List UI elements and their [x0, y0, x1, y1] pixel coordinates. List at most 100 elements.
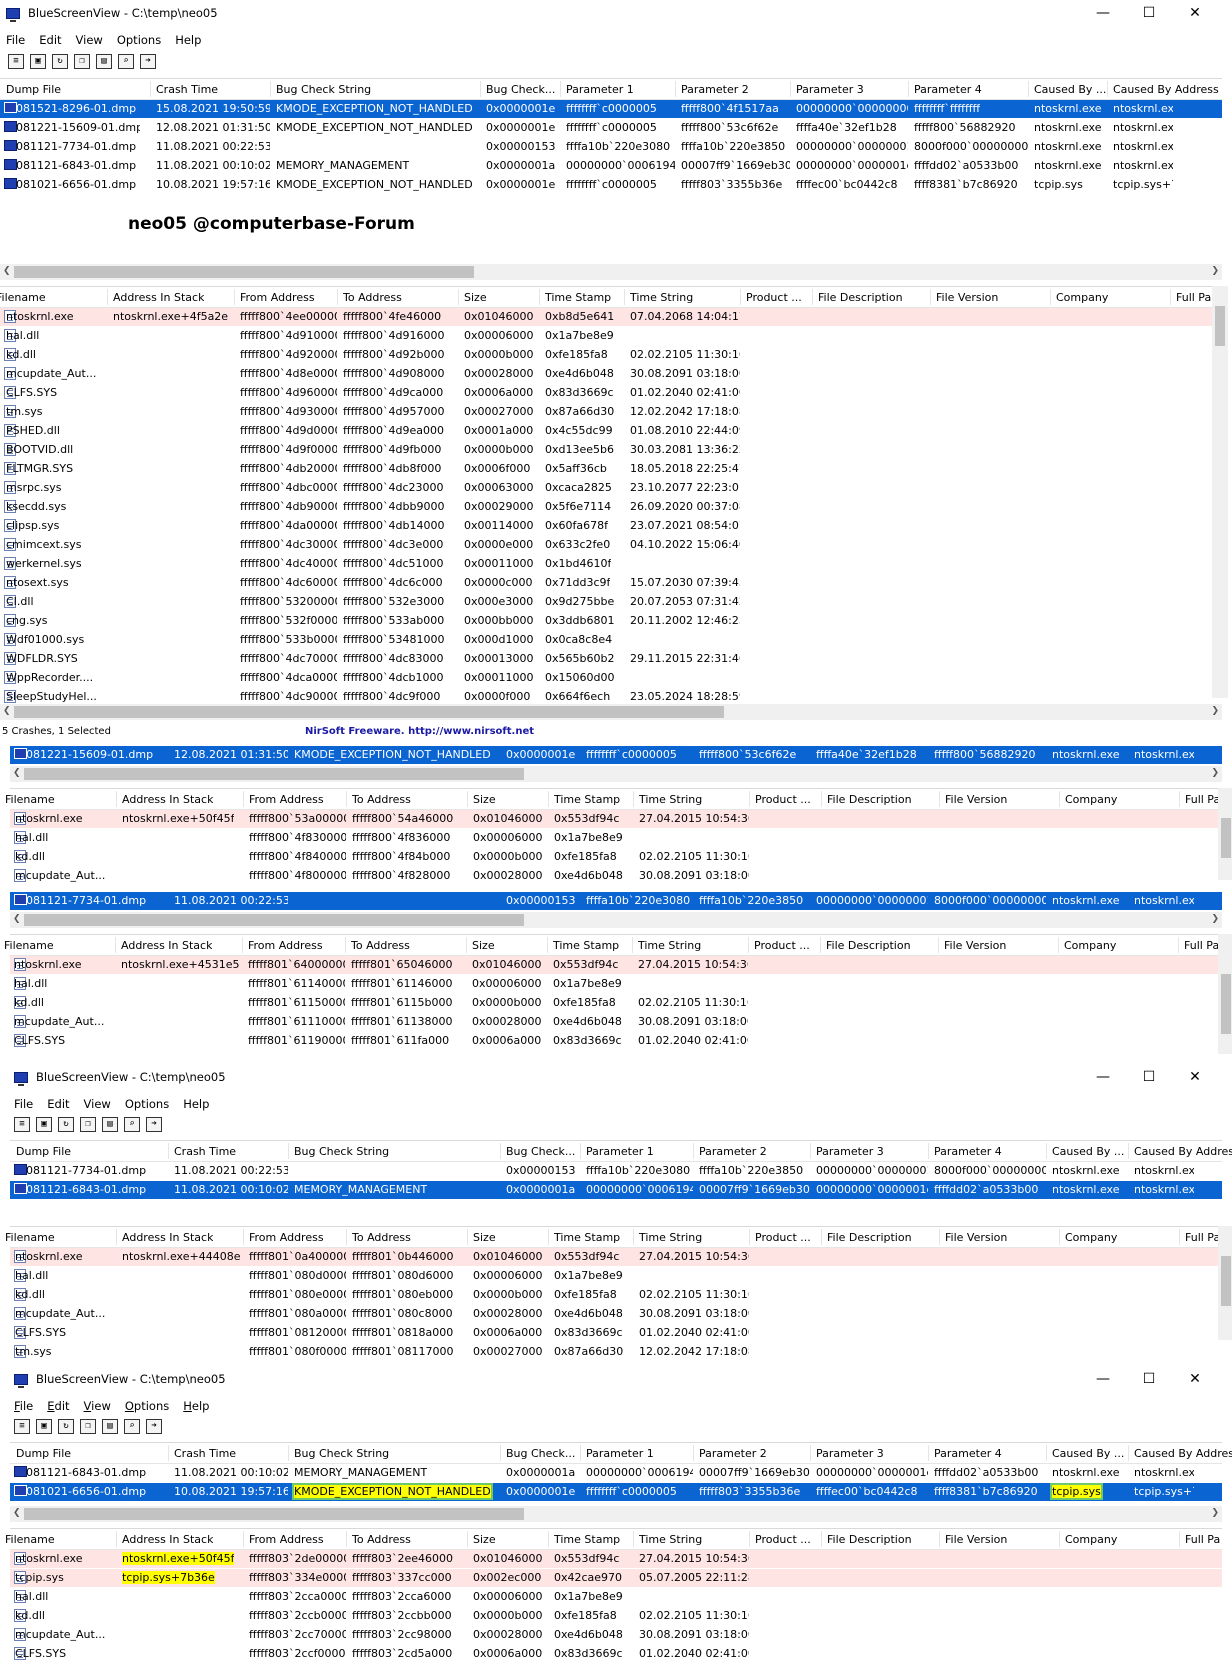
- driver-row[interactable]: clipsp.sys fffff800`4da00000 fffff800`4db1…: [0, 517, 1212, 535]
- column-divider[interactable]: [810, 1143, 811, 1159]
- maximize-button[interactable]: ☐: [1126, 1069, 1172, 1085]
- column-divider[interactable]: [1059, 1531, 1060, 1547]
- scroll-left-arrow[interactable]: ❮: [13, 768, 21, 778]
- column-divider[interactable]: [270, 81, 271, 97]
- driver-row[interactable]: PSHED.dll fffff800`4d9d0000 fffff800`4d9ea…: [0, 422, 1212, 440]
- menu-view[interactable]: View: [84, 1097, 111, 1111]
- column-divider[interactable]: [345, 937, 346, 953]
- html-report-icon[interactable]: ▤: [102, 1418, 118, 1434]
- column-divider[interactable]: [939, 1531, 940, 1547]
- column-header-cell[interactable]: File Version: [936, 291, 998, 304]
- column-header-cell[interactable]: Full Pa: [1185, 793, 1220, 806]
- driver-row[interactable]: kd.dll fffff800`4d920000 fffff800`4d92b000…: [0, 346, 1212, 364]
- driver-row[interactable]: CLFS.SYS fffff801`61190000 fffff801`611fa0…: [10, 1032, 1222, 1050]
- menu-help[interactable]: Help: [183, 1097, 209, 1111]
- column-header-cell[interactable]: Parameter 3: [816, 1145, 884, 1158]
- menu-file[interactable]: File: [14, 1097, 33, 1111]
- driver-row[interactable]: tcpip.sys tcpip.sys+7b36e fffff803`334e000…: [10, 1569, 1222, 1587]
- column-header-cell[interactable]: Company: [1056, 291, 1108, 304]
- scrollbar-thumb[interactable]: [14, 266, 474, 278]
- column-header-cell[interactable]: Crash Time: [174, 1145, 236, 1158]
- driver-row[interactable]: werkernel.sys fffff800`4dc40000 fffff800`4…: [0, 555, 1212, 573]
- exit-icon[interactable]: ➜: [146, 1418, 162, 1434]
- column-header-cell[interactable]: Size: [473, 1231, 496, 1244]
- vertical-scrollbar[interactable]: [1212, 286, 1228, 698]
- scrollbar-thumb[interactable]: [24, 1508, 524, 1520]
- column-header-cell[interactable]: Full Pa: [1185, 1231, 1220, 1244]
- column-divider[interactable]: [547, 937, 548, 953]
- column-divider[interactable]: [928, 1445, 929, 1461]
- menu-options[interactable]: Options: [125, 1399, 169, 1413]
- column-header-cell[interactable]: From Address: [248, 939, 323, 952]
- column-divider[interactable]: [633, 791, 634, 807]
- column-divider[interactable]: [168, 1143, 169, 1159]
- driver-row[interactable]: ntoskrnl.exe ntoskrnl.exe+4f5a2e fffff800`…: [0, 308, 1212, 326]
- column-divider[interactable]: [790, 81, 791, 97]
- column-divider[interactable]: [749, 791, 750, 807]
- column-header-cell[interactable]: Bug Check...: [506, 1447, 575, 1460]
- crash-row[interactable]: 081121-6843-01.dmp 11.08.2021 00:10:02 MEM…: [10, 1464, 1222, 1482]
- column-divider[interactable]: [467, 1229, 468, 1245]
- column-divider[interactable]: [539, 289, 540, 305]
- column-header-cell[interactable]: Filename: [4, 939, 54, 952]
- menu-file[interactable]: File: [14, 1399, 33, 1413]
- scrollbar-thumb[interactable]: [1221, 1256, 1231, 1306]
- driver-row[interactable]: kd.dll fffff803`2ccb0000 fffff803`2ccbb000…: [10, 1607, 1222, 1625]
- driver-row[interactable]: kd.dll fffff801`080e0000 fffff801`080eb000…: [10, 1286, 1222, 1304]
- driver-row[interactable]: cng.sys fffff800`532f0000 fffff800`533ab00…: [0, 612, 1212, 630]
- driver-row[interactable]: ntoskrnl.exe ntoskrnl.exe+50f45f fffff800`…: [10, 810, 1222, 828]
- column-header-cell[interactable]: Parameter 4: [914, 83, 982, 96]
- horizontal-scrollbar[interactable]: ❮ ❯: [10, 1506, 1222, 1522]
- crash-row[interactable]: 081221-15609-01.dmp 12.08.2021 01:31:50 KM…: [10, 746, 1222, 764]
- driver-row[interactable]: mcupdate_Aut... fffff800`4f800000 fffff800…: [10, 867, 1222, 885]
- column-header-cell[interactable]: To Address: [352, 793, 411, 806]
- driver-row[interactable]: CI.dll fffff800`53200000 fffff800`532e3000…: [0, 593, 1212, 611]
- column-header-cell[interactable]: File Version: [945, 1533, 1007, 1546]
- column-header-cell[interactable]: Caused By ...: [1034, 83, 1106, 96]
- driver-row[interactable]: hal.dll fffff800`4d910000 fffff800`4d91600…: [0, 327, 1212, 345]
- column-header-cell[interactable]: Filename: [5, 1533, 55, 1546]
- maximize-button[interactable]: ☐: [1126, 1371, 1172, 1387]
- column-header-cell[interactable]: Product ...: [755, 1231, 811, 1244]
- column-divider[interactable]: [1107, 81, 1108, 97]
- column-header-cell[interactable]: Address In Stack: [122, 1231, 213, 1244]
- crash-row[interactable]: 081121-7734-01.dmp 11.08.2021 00:22:53 0x0…: [10, 1162, 1222, 1180]
- driver-row[interactable]: CLFS.SYS fffff803`2ccf0000 fffff803`2cd5a0…: [10, 1645, 1222, 1663]
- column-header-cell[interactable]: Product ...: [755, 793, 811, 806]
- column-header-cell[interactable]: Company: [1064, 939, 1116, 952]
- driver-row[interactable]: hal.dll fffff801`61140000 fffff801`6114600…: [10, 975, 1222, 993]
- column-header-cell[interactable]: Bug Check String: [294, 1145, 389, 1158]
- column-divider[interactable]: [288, 1445, 289, 1461]
- column-header-cell[interactable]: Caused By Addres: [1134, 1145, 1232, 1158]
- column-divider[interactable]: [938, 937, 939, 953]
- column-header-cell[interactable]: Address In Stack: [122, 793, 213, 806]
- nirsoft-link[interactable]: NirSoft Freeware. http://www.nirsoft.net: [305, 726, 534, 737]
- column-header-cell[interactable]: File Version: [945, 793, 1007, 806]
- column-header-cell[interactable]: Size: [473, 1533, 496, 1546]
- column-header-cell[interactable]: Product ...: [746, 291, 802, 304]
- column-divider[interactable]: [1059, 1229, 1060, 1245]
- menu-help[interactable]: Help: [175, 33, 201, 47]
- column-divider[interactable]: [693, 1445, 694, 1461]
- column-header-cell[interactable]: Dump File: [16, 1447, 71, 1460]
- column-divider[interactable]: [633, 1531, 634, 1547]
- driver-row[interactable]: WDFLDR.SYS fffff800`4dc70000 fffff800`4dc8…: [0, 650, 1212, 668]
- find-icon[interactable]: ⌕: [124, 1116, 140, 1132]
- scrollbar-thumb[interactable]: [1215, 306, 1225, 346]
- scroll-right-arrow[interactable]: ❯: [1211, 914, 1219, 924]
- column-header-cell[interactable]: Time Stamp: [553, 939, 619, 952]
- driver-row[interactable]: ksecdd.sys fffff800`4db90000 fffff800`4dbb…: [0, 498, 1212, 516]
- menu-edit[interactable]: Edit: [39, 33, 61, 47]
- column-divider[interactable]: [346, 1229, 347, 1245]
- menu-help[interactable]: Help: [183, 1399, 209, 1413]
- column-header-cell[interactable]: Time Stamp: [554, 793, 620, 806]
- column-header-cell[interactable]: File Description: [818, 291, 903, 304]
- column-header-cell[interactable]: File Description: [827, 793, 912, 806]
- column-divider[interactable]: [624, 289, 625, 305]
- column-divider[interactable]: [675, 81, 676, 97]
- minimize-button[interactable]: —: [1080, 1069, 1126, 1085]
- column-divider[interactable]: [1128, 1445, 1129, 1461]
- column-divider[interactable]: [693, 1143, 694, 1159]
- column-header-cell[interactable]: File Description: [827, 1231, 912, 1244]
- driver-row[interactable]: ntoskrnl.exe ntoskrnl.exe+50f45f fffff803`…: [10, 1550, 1222, 1568]
